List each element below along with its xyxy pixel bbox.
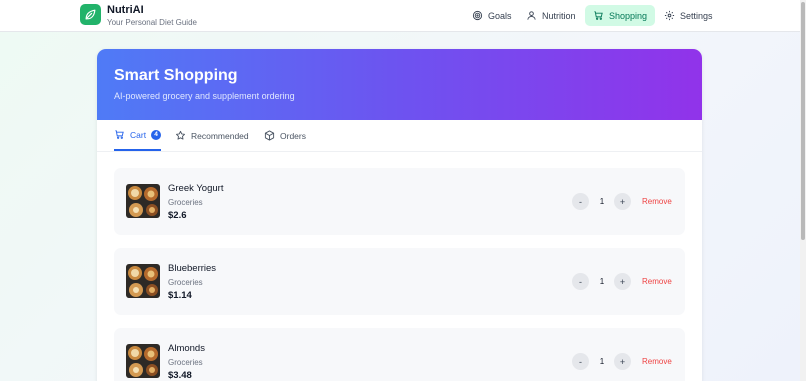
nav-item-shopping[interactable]: Shopping [585, 5, 656, 26]
cart-item: Blueberries Groceries $1.14 - 1 + Remove [114, 248, 685, 315]
brand-logo-icon[interactable] [80, 4, 101, 25]
tab-recommended[interactable]: Recommended [175, 120, 249, 151]
nav-item-settings[interactable]: Settings [656, 5, 721, 26]
product-price: $2.6 [168, 210, 187, 221]
top-navbar: NutriAI Your Personal Diet Guide Goals N… [0, 0, 800, 32]
quantity-value: 1 [599, 277, 605, 286]
tab-label: Orders [280, 130, 306, 141]
increment-button[interactable]: + [614, 193, 631, 210]
product-category: Groceries [168, 278, 203, 287]
decrement-button[interactable]: - [572, 193, 589, 210]
star-icon [176, 130, 185, 140]
tab-label: Recommended [191, 130, 249, 141]
page-title: Smart Shopping [114, 67, 238, 84]
nav-item-label: Settings [680, 10, 713, 21]
product-name: Almonds [168, 343, 205, 354]
decrement-button[interactable]: - [572, 273, 589, 290]
tab-label: Cart [130, 129, 147, 140]
product-image [126, 344, 160, 378]
remove-button[interactable]: Remove [642, 277, 672, 286]
product-image [126, 184, 160, 218]
shopping-card: Smart Shopping AI-powered grocery and su… [97, 49, 702, 381]
product-image [126, 264, 160, 298]
tab-orders[interactable]: Orders [264, 120, 306, 151]
scrollbar-thumb[interactable] [801, 2, 805, 240]
cart-item: Almonds Groceries $3.48 - 1 + Remove [114, 328, 685, 381]
quantity-value: 1 [599, 357, 605, 366]
brand-name: NutriAI [107, 4, 144, 16]
product-name: Blueberries [168, 263, 217, 274]
nav-item-nutrition[interactable]: Nutrition [518, 5, 584, 26]
remove-button[interactable]: Remove [642, 197, 672, 206]
user-icon [527, 11, 536, 20]
product-price: $1.14 [168, 290, 192, 301]
tab-bar: Cart 4 Recommended Orders [97, 120, 702, 152]
gear-icon [664, 10, 675, 21]
remove-button[interactable]: Remove [642, 357, 672, 366]
hero-banner: Smart Shopping AI-powered grocery and su… [97, 49, 702, 120]
increment-button[interactable]: + [614, 273, 631, 290]
target-icon [472, 10, 483, 21]
cart-icon [594, 11, 603, 20]
nav-item-label: Shopping [609, 10, 648, 21]
nav-item-goals[interactable]: Goals [464, 5, 520, 26]
product-category: Groceries [168, 358, 203, 367]
decrement-button[interactable]: - [572, 353, 589, 370]
product-name: Greek Yogurt [168, 183, 224, 194]
cart-icon [115, 130, 124, 139]
quantity-value: 1 [599, 197, 605, 206]
product-category: Groceries [168, 198, 203, 207]
nav-item-label: Goals [488, 10, 512, 21]
cart-count-badge: 4 [151, 129, 162, 140]
package-icon [264, 130, 275, 141]
brand-tagline: Your Personal Diet Guide [107, 18, 197, 27]
page-subtitle: AI-powered grocery and supplement orderi… [114, 91, 295, 101]
increment-button[interactable]: + [614, 353, 631, 370]
product-price: $3.48 [168, 370, 192, 381]
tab-cart[interactable]: Cart 4 [114, 120, 162, 151]
nav-item-label: Nutrition [542, 10, 576, 21]
cart-item: Greek Yogurt Groceries $2.6 - 1 + Remove [114, 168, 685, 235]
